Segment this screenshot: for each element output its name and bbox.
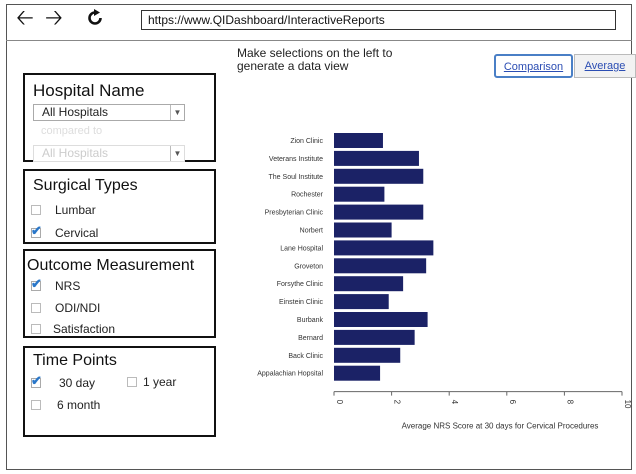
forward-arrow-icon[interactable]: 🡢	[45, 7, 63, 29]
checkbox-label: NRS	[55, 279, 81, 293]
y-tick-label: Veterans Institute	[269, 156, 323, 163]
comparison-select-value: All Hospitals	[42, 146, 109, 160]
surgical-types-title: Surgical Types	[33, 177, 138, 194]
bar[interactable]	[334, 365, 381, 381]
bar[interactable]	[334, 258, 427, 274]
y-tick-label: Rochester	[291, 192, 324, 199]
checkmark-icon: ✔	[31, 223, 42, 238]
checkbox-box[interactable]: ✔	[31, 223, 42, 238]
y-tick-label: Presbyterian Clinic	[265, 210, 324, 217]
bar[interactable]	[334, 240, 434, 256]
checkbox-box[interactable]: ✔	[31, 373, 42, 388]
bar[interactable]	[334, 168, 424, 184]
comparison-hospital-select[interactable]: All Hospitals ▼	[33, 145, 185, 162]
bar[interactable]	[334, 204, 424, 220]
x-tick-label: 6	[508, 400, 517, 405]
bar[interactable]	[334, 312, 428, 327]
back-arrow-icon[interactable]: 🡠	[16, 7, 34, 29]
checkbox-label: 6 month	[57, 398, 101, 412]
y-tick-label: Lane Hospital	[280, 245, 323, 252]
x-tick-label: 4	[450, 400, 459, 405]
reload-icon[interactable]	[86, 9, 104, 27]
bar[interactable]	[334, 186, 385, 202]
hospital-name-panel: Hospital Name All Hospitals ▼ compared t…	[23, 73, 216, 162]
checkbox-box[interactable]	[127, 377, 137, 387]
checkbox-box[interactable]	[31, 303, 41, 313]
y-tick-label: Burbank	[297, 317, 324, 324]
bar[interactable]	[334, 133, 383, 148]
checkbox-box[interactable]	[31, 205, 41, 215]
bar[interactable]	[334, 329, 415, 345]
tab-comparison[interactable]: Comparison	[494, 54, 573, 78]
x-axis-title: Average NRS Score at 30 days for Cervica…	[402, 422, 599, 431]
tab-average[interactable]: Average	[574, 54, 636, 78]
y-tick-label: Groveton	[294, 263, 323, 270]
url-bar[interactable]: https://www.QIDashboard/InteractiveRepor…	[141, 10, 616, 30]
hospital-select[interactable]: All Hospitals ▼	[33, 104, 185, 121]
x-tick-label: 2	[393, 400, 402, 405]
hospital-select-value: All Hospitals	[42, 105, 109, 119]
y-tick-label: Appalachian Hopsital	[257, 371, 323, 378]
x-tick-label: 8	[565, 400, 574, 405]
hospital-name-title: Hospital Name	[33, 81, 145, 100]
checkbox-label: Cervical	[55, 226, 99, 240]
outcome-measurement-title: Outcome Measurement	[27, 257, 195, 274]
checkmark-icon: ✔	[31, 373, 42, 388]
chevron-down-icon: ▼	[170, 105, 184, 120]
y-tick-label: The Soul Institute	[269, 174, 324, 181]
checkbox-box[interactable]: ✔	[31, 276, 42, 291]
bar[interactable]	[334, 222, 392, 238]
chevron-down-icon: ▼	[170, 146, 184, 161]
y-tick-label: Back Clinic	[288, 353, 323, 360]
surgical-types-panel: Surgical Types Lumbar ✔ Cervical	[23, 169, 216, 244]
bar[interactable]	[334, 294, 389, 310]
bar[interactable]	[334, 150, 419, 166]
x-tick-label: 10	[623, 400, 632, 409]
y-tick-label: Bernard	[298, 335, 323, 342]
compared-to-label: compared to	[41, 125, 103, 137]
checkbox-label: ODI/NDI	[55, 301, 101, 315]
time-points-title: Time Points	[33, 352, 117, 369]
x-tick-label: 0	[335, 400, 344, 405]
bar[interactable]	[334, 276, 404, 292]
checkbox-label: Satisfaction	[53, 322, 116, 336]
bar[interactable]	[334, 347, 401, 363]
checkbox-label: 30 day	[59, 376, 96, 390]
y-tick-label: Forsythe Clinic	[277, 281, 324, 288]
checkbox-label: 1 year	[143, 375, 177, 389]
y-tick-label: Zion Clinic	[290, 138, 323, 145]
bar-chart: Zion Clinic Veterans Institute The Soul In…	[257, 133, 632, 431]
checkbox-box[interactable]	[31, 324, 41, 334]
checkbox-label: Lumbar	[55, 203, 96, 217]
view-tabs: Comparison Average	[494, 54, 636, 78]
outcome-measurement-panel: Outcome Measurement ✔ NRS ODI/NDI Satisf…	[23, 249, 216, 338]
y-tick-label: Einstein Clinic	[279, 299, 323, 306]
checkmark-icon: ✔	[31, 276, 42, 291]
instructions-text: Make selections on the left to generate …	[237, 46, 393, 73]
y-tick-label: Norbert	[300, 228, 323, 235]
checkbox-box[interactable]	[31, 400, 41, 410]
time-points-panel: Time Points ✔ 30 day 1 year 6 month	[23, 346, 216, 437]
